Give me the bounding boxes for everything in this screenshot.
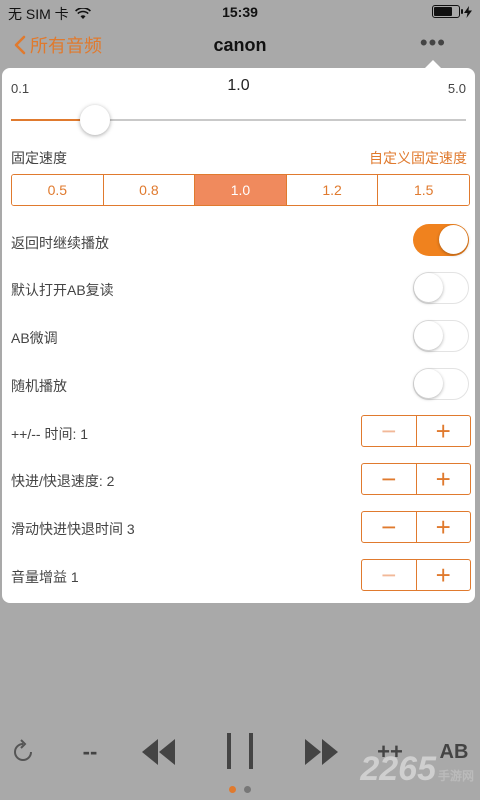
skip-time-label: ++/-- 时间: 1	[11, 426, 89, 442]
swipe-seek-time-minus-button[interactable]: −	[362, 512, 417, 542]
speed-preset-1.2[interactable]: 1.2	[286, 175, 379, 205]
speed-preset-1.0[interactable]: 1.0	[195, 175, 287, 205]
battery-icon	[432, 5, 463, 18]
speed-max-label: 5.0	[447, 81, 466, 96]
page-dot-1[interactable]	[229, 786, 236, 793]
ff-rw-speed-minus-button[interactable]: −	[362, 464, 417, 494]
shuffle-toggle[interactable]	[413, 368, 469, 400]
volume-gain-minus-button[interactable]: −	[362, 560, 417, 590]
speed-preset-1.5[interactable]: 1.5	[378, 175, 469, 205]
repeat-icon	[14, 739, 32, 761]
ab-fine-tune-label: AB微调	[11, 330, 58, 346]
charging-icon	[464, 5, 472, 18]
ff-rw-speed-label: 快进/快退速度: 2	[11, 473, 115, 489]
swipe-seek-time-label: 滑动快进快退时间 3	[11, 521, 135, 537]
rewind-icon	[142, 739, 175, 765]
rewind-button[interactable]	[136, 733, 180, 771]
ab-fine-tune-toggle[interactable]	[413, 320, 469, 352]
skip-back-short-button[interactable]: --	[70, 735, 110, 769]
speed-preset-segmented: 0.5 0.8 1.0 1.2 1.5	[11, 174, 470, 206]
ff-rw-speed-plus-button[interactable]: +	[417, 464, 471, 494]
status-bar: 无 SIM 卡 15:39	[0, 0, 480, 24]
page-indicator	[0, 786, 480, 793]
speed-preset-0.8[interactable]: 0.8	[103, 175, 196, 205]
nav-bar: 所有音频 canon •••	[0, 24, 480, 68]
skip-time-stepper: − +	[361, 415, 471, 447]
resume-on-return-toggle[interactable]	[413, 224, 469, 256]
speed-preset-0.5[interactable]: 0.5	[12, 175, 104, 205]
more-button[interactable]: •••	[420, 32, 446, 54]
repeat-button[interactable]	[6, 735, 40, 769]
skip-time-minus-button[interactable]: −	[362, 416, 417, 446]
resume-on-return-label: 返回时继续播放	[11, 235, 109, 251]
pause-icon	[227, 733, 253, 769]
speed-slider-thumb[interactable]	[80, 105, 110, 135]
page-dot-2[interactable]	[244, 786, 251, 793]
fast-forward-icon	[305, 739, 338, 765]
playback-settings-panel: 0.1 1.0 5.0 固定速度 自定义固定速度 0.5 0.8 1.0 1.2…	[2, 60, 475, 603]
volume-gain-label: 音量增益 1	[11, 569, 79, 585]
custom-fixed-speed-link[interactable]: 自定义固定速度	[369, 148, 467, 168]
swipe-seek-time-plus-button[interactable]: +	[417, 512, 471, 542]
skip-time-plus-button[interactable]: +	[417, 416, 471, 446]
fast-forward-button[interactable]	[300, 733, 344, 771]
pause-button[interactable]	[220, 729, 260, 773]
swipe-seek-time-stepper: − +	[361, 511, 471, 543]
status-time: 15:39	[222, 4, 258, 20]
ab-repeat-default-toggle[interactable]	[413, 272, 469, 304]
shuffle-label: 随机播放	[11, 378, 67, 394]
volume-gain-plus-button[interactable]: +	[417, 560, 471, 590]
speed-current-label: 1.0	[227, 77, 250, 94]
fixed-speed-label: 固定速度	[11, 150, 67, 166]
ellipsis-icon: •••	[419, 30, 446, 55]
watermark-logo: 2265 手游网	[360, 750, 474, 788]
volume-gain-stepper: − +	[361, 559, 471, 591]
ff-rw-speed-stepper: − +	[361, 463, 471, 495]
page-title: canon	[213, 35, 267, 55]
ab-repeat-default-label: 默认打开AB复读	[11, 282, 114, 298]
